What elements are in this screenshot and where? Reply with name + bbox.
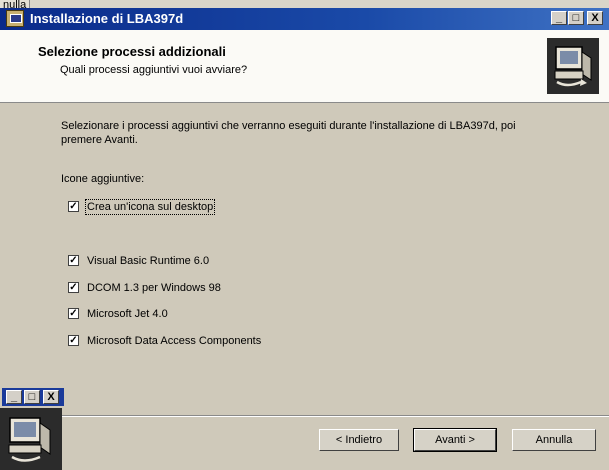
checkbox[interactable]: ✓ (68, 201, 79, 212)
wizard-footer: < Indietro Avanti > Annulla (0, 417, 609, 470)
intro-text: Selezionare i processi aggiuntivi che ve… (61, 120, 516, 146)
task-label: Visual Basic Runtime 6.0 (87, 254, 210, 267)
secondary-maximize-button[interactable]: □ (24, 390, 40, 404)
group-label-icons: Icone aggiuntive: (61, 173, 145, 185)
task-desktop-icon[interactable]: ✓ Crea un'icona sul desktop (68, 198, 216, 215)
checkbox[interactable]: ✓ (68, 308, 79, 319)
page-title: Selezione processi addizionali (38, 44, 226, 59)
checkbox[interactable]: ✓ (68, 282, 79, 293)
back-button[interactable]: < Indietro (319, 429, 399, 451)
maximize-button[interactable]: □ (568, 11, 584, 25)
cancel-button[interactable]: Annulla (512, 429, 596, 451)
checkbox[interactable]: ✓ (68, 255, 79, 266)
task-dcom[interactable]: ✓ DCOM 1.3 per Windows 98 (68, 280, 221, 295)
page-subtitle: Quali processi aggiuntivi vuoi avviare? (60, 64, 248, 76)
title-bar[interactable]: Installazione di LBA397d _ □ X (0, 8, 609, 30)
secondary-minimize-button[interactable]: _ (6, 390, 22, 404)
secondary-close-button[interactable]: X (43, 390, 59, 404)
background-window-strip (0, 0, 609, 8)
secondary-window-controls: _ □ X (2, 388, 64, 406)
secondary-computer-icon (0, 408, 62, 470)
wizard-header: Selezione processi addizionali Quali pro… (0, 30, 609, 103)
task-jet[interactable]: ✓ Microsoft Jet 4.0 (68, 306, 168, 321)
task-label: Microsoft Data Access Components (87, 334, 262, 347)
window-title: Installazione di LBA397d (30, 11, 184, 26)
close-button[interactable]: X (587, 11, 603, 25)
setup-app-icon (6, 10, 24, 27)
checkbox[interactable]: ✓ (68, 335, 79, 346)
next-button[interactable]: Avanti > (413, 428, 497, 452)
task-vb-runtime[interactable]: ✓ Visual Basic Runtime 6.0 (68, 253, 209, 268)
wizard-body: Selezionare i processi aggiuntivi che ve… (0, 103, 609, 415)
minimize-button[interactable]: _ (551, 11, 567, 25)
computer-setup-icon (547, 38, 599, 94)
task-mdac[interactable]: ✓ Microsoft Data Access Components (68, 333, 261, 348)
task-label: Microsoft Jet 4.0 (87, 307, 168, 320)
task-label: Crea un'icona sul desktop (84, 198, 216, 215)
task-label: DCOM 1.3 per Windows 98 (87, 281, 221, 294)
